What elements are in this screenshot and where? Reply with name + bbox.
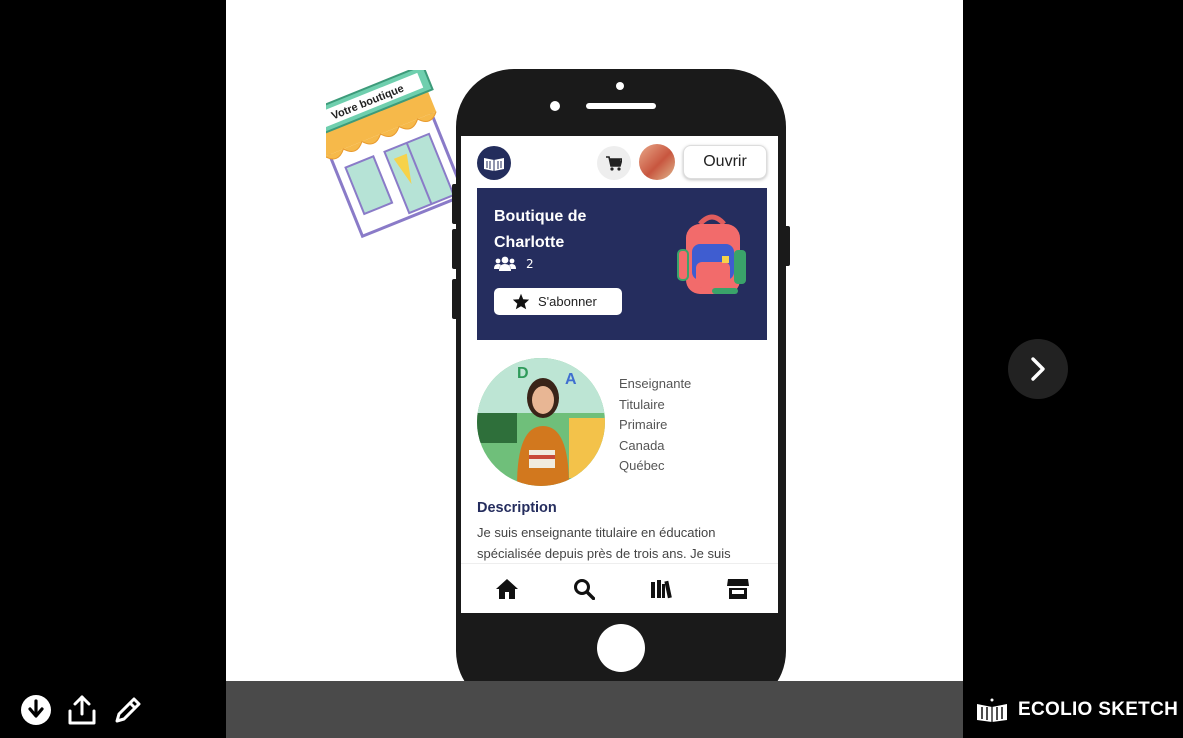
store-sticker-illustration: Votre boutique (326, 70, 456, 239)
app-screen: Ouvrir Boutique de Charlotte 2 S'abonner… (461, 136, 778, 613)
viewer: Votre boutique Ouvrir Boutique de Charlo… (0, 0, 1183, 738)
library-icon (651, 580, 672, 599)
phone-sensor (616, 82, 624, 90)
description-title: Description (477, 500, 557, 516)
member-count-value: 2 (526, 257, 534, 271)
phone-speaker (586, 103, 656, 109)
phone-side-button (784, 226, 790, 266)
bottom-nav (461, 563, 778, 613)
users-icon (494, 256, 516, 271)
footer-bar (226, 681, 963, 738)
ecolio-logo-icon (977, 698, 1007, 722)
svg-text:A: A (565, 371, 577, 388)
share-button[interactable] (66, 694, 98, 726)
detail-role: Enseignante (619, 376, 692, 391)
members-count: 2 (494, 256, 534, 272)
edit-icon (115, 697, 141, 723)
open-button[interactable]: Ouvrir (683, 145, 767, 179)
nav-home[interactable] (494, 576, 520, 602)
brand-name: ECOLIO SKETCH (1018, 698, 1179, 720)
cart-icon (606, 155, 622, 171)
nav-search[interactable] (571, 576, 597, 602)
shop-banner: Boutique de Charlotte 2 S'abonner (477, 188, 767, 340)
backpack-illustration (677, 214, 746, 294)
cart-button[interactable] (597, 146, 631, 180)
edit-button[interactable] (112, 694, 144, 726)
slide-canvas: Votre boutique Ouvrir Boutique de Charlo… (226, 0, 963, 681)
share-icon (68, 695, 96, 725)
detail-status: Titulaire (619, 396, 665, 412)
next-slide-button[interactable] (1008, 339, 1068, 399)
home-icon (496, 579, 518, 599)
phone-side-button (452, 184, 458, 224)
search-icon (574, 579, 595, 600)
subscribe-label: S'abonner (538, 294, 597, 309)
chevron-right-icon (1031, 357, 1045, 381)
shop-title: Boutique de Charlotte (494, 208, 587, 251)
store-icon (727, 579, 749, 599)
star-icon (512, 293, 530, 310)
footer-toolbar (0, 681, 226, 738)
profile-details: Enseignante Titulaire Primaire Canada Qu… (619, 374, 691, 477)
description-text: Je suis enseignante titulaire en éducati… (477, 525, 731, 561)
brand-area[interactable]: ECOLIO SKETCH (963, 681, 1183, 738)
book-logo-icon (484, 158, 504, 171)
subscribe-button[interactable]: S'abonner (494, 288, 622, 315)
detail-level: Primaire (619, 417, 668, 432)
profile-photo: D A (477, 358, 605, 486)
phone-home-button (597, 624, 645, 672)
detail-country: Canada (619, 437, 665, 453)
app-header: Ouvrir (461, 136, 778, 186)
app-logo[interactable] (477, 146, 511, 180)
download-icon (21, 695, 51, 725)
phone-side-button (452, 279, 458, 319)
svg-text:D: D (517, 365, 529, 382)
download-button[interactable] (20, 694, 52, 726)
nav-library[interactable] (648, 576, 674, 602)
phone-mockup: Ouvrir Boutique de Charlotte 2 S'abonner… (452, 69, 790, 681)
phone-side-button (452, 229, 458, 269)
phone-camera (550, 101, 560, 111)
nav-store[interactable] (725, 576, 751, 602)
user-avatar[interactable] (639, 144, 675, 180)
detail-province: Québec (619, 458, 665, 473)
